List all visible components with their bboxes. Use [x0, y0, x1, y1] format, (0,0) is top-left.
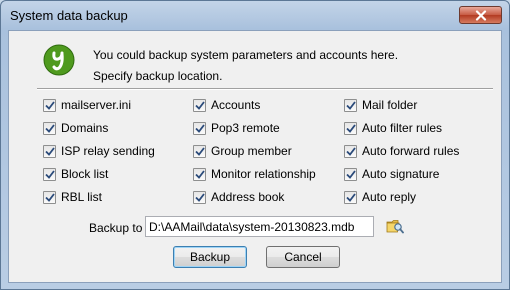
checkmark-icon [345, 192, 356, 202]
checkbox-auto-signature[interactable]: Auto signature [344, 166, 439, 182]
checkbox-box[interactable] [344, 121, 357, 135]
checkbox-box[interactable] [43, 190, 56, 204]
checkbox-label: Block list [61, 167, 109, 181]
checkbox-isp-relay-sending[interactable]: ISP relay sending [43, 143, 155, 159]
checkbox-box[interactable] [193, 98, 206, 112]
checkbox-box[interactable] [193, 144, 206, 158]
checkmark-icon [345, 100, 356, 110]
checkbox-label: mailserver.ini [61, 98, 132, 112]
checkbox-box[interactable] [344, 190, 357, 204]
checkbox-group-member[interactable]: Group member [193, 143, 292, 159]
checkbox-address-book[interactable]: Address book [193, 189, 284, 205]
checkmark-icon [345, 146, 356, 156]
checkbox-label: Mail folder [362, 98, 418, 112]
checkbox-rbl-list[interactable]: RBL list [43, 189, 102, 205]
checkbox-label: Address book [211, 190, 285, 204]
checkmark-icon [44, 123, 55, 133]
checkbox-box[interactable] [43, 98, 56, 112]
header-message-line2: Specify backup location. [93, 69, 223, 83]
checkbox-label: ISP relay sending [61, 144, 155, 158]
checkmark-icon [194, 123, 205, 133]
checkmark-icon [194, 100, 205, 110]
checkbox-box[interactable] [193, 121, 206, 135]
checkbox-box[interactable] [193, 190, 206, 204]
divider [37, 88, 493, 90]
checkbox-box[interactable] [43, 167, 56, 181]
backup-path-input[interactable] [145, 216, 374, 237]
checkbox-label: Group member [211, 144, 292, 158]
checkbox-domains[interactable]: Domains [43, 120, 108, 136]
checkbox-mailserver-ini[interactable]: mailserver.ini [43, 97, 131, 113]
checkbox-label: Monitor relationship [211, 167, 316, 181]
close-icon [475, 9, 486, 21]
checkbox-label: Accounts [211, 98, 261, 112]
checkbox-box[interactable] [43, 144, 56, 158]
checkbox-auto-reply[interactable]: Auto reply [344, 189, 416, 205]
checkbox-box[interactable] [344, 144, 357, 158]
checkbox-label: Auto signature [362, 167, 440, 181]
checkbox-label: Pop3 remote [211, 121, 280, 135]
checkmark-icon [194, 169, 205, 179]
checkbox-auto-filter-rules[interactable]: Auto filter rules [344, 120, 442, 136]
checkbox-box[interactable] [344, 98, 357, 112]
checkbox-accounts[interactable]: Accounts [193, 97, 260, 113]
checkmark-icon [345, 169, 356, 179]
close-button[interactable] [459, 6, 502, 24]
checkmark-icon [194, 146, 205, 156]
backup-to-label: Backup to [89, 221, 143, 235]
checkmark-icon [44, 100, 55, 110]
checkbox-label: Auto filter rules [362, 121, 443, 135]
window-title: System data backup [10, 8, 128, 23]
checkbox-label: RBL list [61, 190, 102, 204]
app-logo-icon [43, 44, 75, 76]
checkbox-label: Auto reply [362, 190, 417, 204]
checkmark-icon [44, 192, 55, 202]
checkbox-box[interactable] [193, 167, 206, 181]
dialog-window: System data backup You could backup syst… [0, 0, 510, 290]
checkmark-icon [194, 192, 205, 202]
checkmark-icon [44, 146, 55, 156]
checkbox-monitor-relationship[interactable]: Monitor relationship [193, 166, 316, 182]
backup-button[interactable]: Backup [173, 246, 247, 268]
checkbox-label: Domains [61, 121, 109, 135]
title-bar[interactable]: System data backup [1, 1, 509, 30]
checkbox-mail-folder[interactable]: Mail folder [344, 97, 417, 113]
checkmark-icon [44, 169, 55, 179]
checkbox-pop3-remote[interactable]: Pop3 remote [193, 120, 280, 136]
checkbox-box[interactable] [43, 121, 56, 135]
folder-browse-icon[interactable] [386, 218, 404, 234]
dialog-body: You could backup system parameters and a… [8, 30, 502, 283]
checkbox-auto-forward-rules[interactable]: Auto forward rules [344, 143, 459, 159]
checkbox-box[interactable] [344, 167, 357, 181]
cancel-button[interactable]: Cancel [266, 246, 340, 268]
header-message-line1: You could backup system parameters and a… [93, 48, 399, 62]
checkbox-block-list[interactable]: Block list [43, 166, 108, 182]
checkbox-label: Auto forward rules [362, 144, 460, 158]
checkmark-icon [345, 123, 356, 133]
